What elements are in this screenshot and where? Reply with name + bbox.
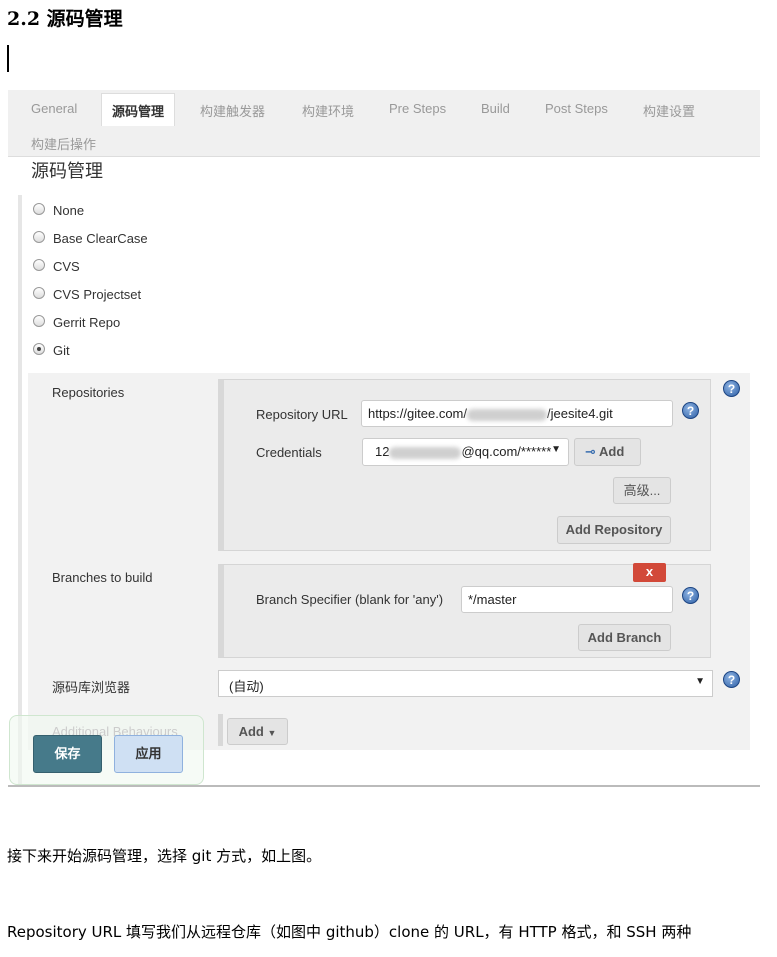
key-icon: ⊸ — [585, 444, 596, 459]
tab-post-steps[interactable]: Post Steps — [545, 101, 608, 116]
radio-label: None — [53, 203, 85, 218]
repositories-label: Repositories — [52, 385, 125, 400]
paragraph: 接下来开始源码管理，选择 git 方式，如上图。 — [7, 847, 322, 865]
tab-post-build[interactable]: 构建后操作 — [31, 134, 96, 153]
repo-url-prefix: https://gitee.com/ — [368, 406, 467, 421]
repo-url-suffix: /jeesite4.git — [547, 406, 613, 421]
radio-label: CVS Projectset — [53, 287, 142, 302]
radio-label: Gerrit Repo — [53, 315, 121, 330]
add-branch-button[interactable]: Add Branch — [578, 624, 671, 651]
tab-build[interactable]: Build — [481, 101, 510, 116]
help-icon[interactable]: ? — [723, 671, 740, 688]
add-repository-button[interactable]: Add Repository — [557, 516, 671, 544]
credentials-select[interactable]: 12 @qq.com/****** ▼ — [362, 438, 569, 466]
doc-heading: 2.2 源码管理 — [7, 8, 123, 30]
credentials-suffix: @qq.com/****** — [461, 444, 552, 459]
credentials-prefix: 12 — [375, 444, 390, 459]
branch-spec-input[interactable]: */master — [461, 586, 673, 613]
section-title: 源码管理 — [31, 161, 103, 181]
caret-down-icon: ▼ — [267, 728, 277, 738]
radio-label: Git — [53, 343, 70, 358]
tab-scm[interactable]: 源码管理 — [101, 93, 176, 126]
tab-environment[interactable]: 构建环境 — [302, 101, 354, 120]
text-cursor — [7, 45, 9, 72]
add-bar — [218, 714, 223, 746]
add-credentials-button[interactable]: ⊸ Add — [574, 438, 641, 466]
add-behaviour-button[interactable]: Add ▼ — [227, 718, 288, 745]
branch-spec-label: Branch Specifier (blank for 'any') — [256, 592, 444, 607]
repo-url-input[interactable]: https://gitee.com/ /jeesite4.git — [361, 400, 673, 427]
paragraph: Repository URL 填写我们从远程仓库（如图中 github）clon… — [7, 923, 692, 941]
browser-value: (自动) — [229, 679, 264, 694]
branches-label: Branches to build — [52, 570, 153, 585]
help-icon[interactable]: ? — [682, 587, 699, 604]
add-label: Add — [238, 724, 264, 739]
radio-label: Base ClearCase — [53, 231, 148, 246]
tab-build-settings[interactable]: 构建设置 — [643, 101, 695, 120]
tab-triggers[interactable]: 构建触发器 — [200, 101, 265, 120]
browser-select[interactable]: (自动) ▼ — [218, 670, 713, 697]
radio-gerrit-repo[interactable] — [33, 315, 45, 327]
dropdown-arrow-icon: ▼ — [551, 444, 561, 455]
radio-label: CVS — [53, 259, 80, 274]
delete-branch-button[interactable]: x — [633, 563, 666, 582]
browser-label: 源码库浏览器 — [52, 680, 131, 695]
apply-button[interactable]: 应用 — [114, 735, 183, 773]
credentials-label: Credentials — [256, 445, 322, 460]
repo-url-label: Repository URL — [256, 407, 348, 422]
help-icon[interactable]: ? — [723, 380, 740, 397]
redacted — [389, 446, 462, 459]
save-button[interactable]: 保存 — [33, 735, 102, 773]
section-border — [18, 195, 22, 785]
radio-cvs-projectset[interactable] — [33, 287, 45, 299]
add-label: Add — [599, 444, 625, 459]
radio-base-clearcase[interactable] — [33, 231, 45, 243]
tab-pre-steps[interactable]: Pre Steps — [389, 101, 446, 116]
dropdown-arrow-icon: ▼ — [695, 676, 705, 687]
radio-git[interactable] — [33, 343, 45, 355]
radio-cvs[interactable] — [33, 259, 45, 271]
help-icon[interactable]: ? — [682, 402, 699, 419]
advanced-button[interactable]: 高级... — [613, 477, 671, 504]
radio-none[interactable] — [33, 203, 45, 215]
redacted — [467, 408, 547, 421]
tab-general[interactable]: General — [31, 101, 77, 116]
